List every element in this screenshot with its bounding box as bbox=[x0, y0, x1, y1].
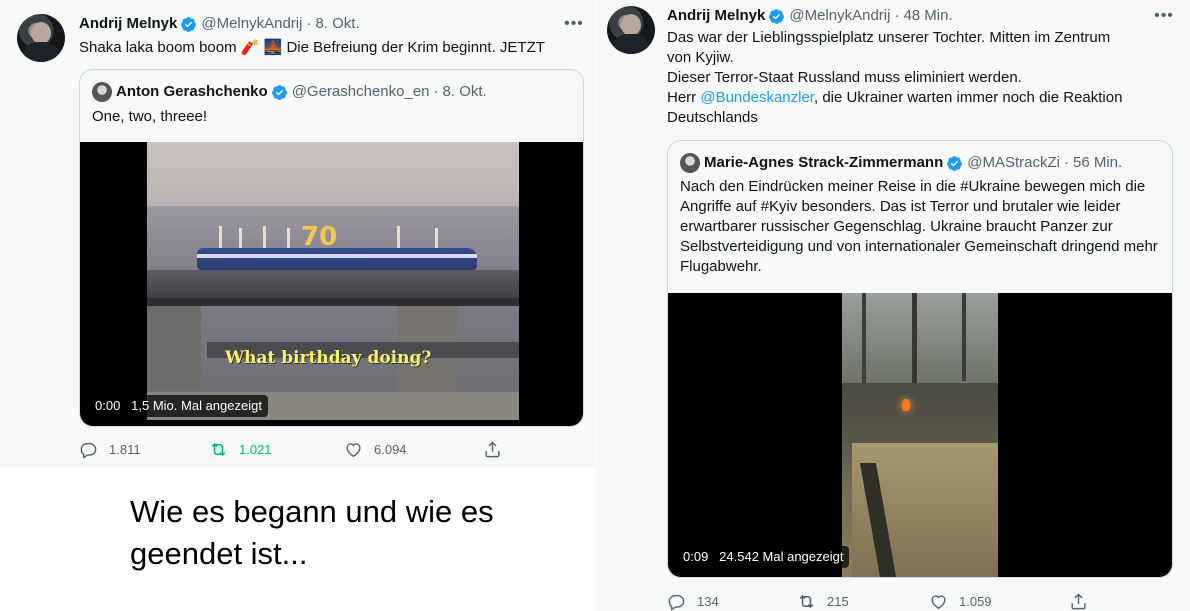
video-timestamp: 0:00 bbox=[95, 398, 121, 413]
video-info-badge: 0:00 1,5 Mio. Mal angezeigt bbox=[89, 395, 268, 417]
like-count: 6.094 bbox=[374, 441, 407, 457]
tweet-action-bar: 134 215 1.059 bbox=[667, 589, 1173, 611]
verified-badge-icon bbox=[181, 16, 197, 32]
author-handle[interactable]: @MelnykAndrij bbox=[789, 6, 890, 26]
right-tweet-screenshot: Andrij Melnyk @MelnykAndrij · 48 Min. ••… bbox=[596, 0, 1190, 611]
author-avatar[interactable] bbox=[607, 6, 655, 54]
video-player[interactable]: 0:09 24.542 Mal angezeigt bbox=[668, 293, 1172, 577]
quoted-tweet[interactable]: Marie-Agnes Strack-Zimmermann @MAStrackZ… bbox=[667, 140, 1173, 578]
quoted-tweet-timestamp[interactable]: 56 Min. bbox=[1073, 153, 1122, 173]
more-options-icon[interactable]: ••• bbox=[1154, 8, 1174, 29]
like-icon bbox=[931, 594, 946, 609]
video-timestamp: 0:09 bbox=[683, 549, 709, 564]
quoted-tweet-text: Nach den Eindrücken meiner Reise in die … bbox=[680, 178, 1158, 275]
like-button[interactable]: 1.059 bbox=[929, 589, 992, 611]
author-name[interactable]: Andrij Melnyk bbox=[667, 6, 765, 26]
emoji-firecracker-bridge: 🧨 🌉 bbox=[240, 39, 283, 56]
retweet-count: 1.021 bbox=[239, 441, 272, 457]
retweet-icon bbox=[211, 442, 226, 456]
like-count: 1.059 bbox=[959, 593, 992, 609]
meme-caption-area: Wie es begann und wie es geendet ist... bbox=[0, 467, 595, 611]
quoted-author-avatar[interactable] bbox=[680, 153, 700, 173]
video-player[interactable]: 70 What birthday doing? 0:00 1,5 Mio. Ma… bbox=[80, 142, 583, 426]
video-frame-destroyed-playground bbox=[842, 293, 998, 577]
reply-button[interactable]: 134 bbox=[667, 589, 719, 611]
tweet-text-line: Dieser Terror-Staat Russland muss elimin… bbox=[667, 69, 1022, 86]
cake-number: 70 bbox=[301, 222, 338, 252]
retweet-button[interactable]: 215 bbox=[797, 589, 849, 611]
share-button[interactable] bbox=[483, 437, 513, 461]
tweet-text: Das war der Lieblingsspielplatz unserer … bbox=[667, 28, 1137, 128]
verified-badge-icon bbox=[947, 155, 963, 171]
video-view-count: 1,5 Mio. Mal angezeigt bbox=[131, 398, 262, 413]
reply-count: 1.811 bbox=[109, 441, 141, 457]
left-tweet-screenshot: Andrij Melnyk @MelnykAndrij · 8. Okt. ••… bbox=[0, 0, 595, 611]
retweet-icon bbox=[799, 594, 814, 608]
reply-button[interactable]: 1.811 bbox=[79, 437, 141, 461]
quoted-tweet-header: Marie-Agnes Strack-Zimmermann @MAStrackZ… bbox=[704, 153, 1122, 173]
tweet-timestamp[interactable]: 48 Min. bbox=[903, 6, 952, 26]
separator-dot: · bbox=[1063, 154, 1069, 171]
like-button[interactable]: 6.094 bbox=[344, 437, 407, 461]
tweet-text-line: Herr @Bundeskanzler, die Ukrainer warten… bbox=[667, 88, 1137, 128]
quoted-author-name[interactable]: Anton Gerashchenko bbox=[116, 82, 268, 102]
reply-icon bbox=[668, 594, 685, 611]
video-frame-bridge-train: 70 What birthday doing? bbox=[147, 142, 519, 420]
tweet-timestamp[interactable]: 8. Okt. bbox=[315, 14, 359, 34]
more-options-icon[interactable]: ••• bbox=[564, 16, 584, 37]
quoted-author-name[interactable]: Marie-Agnes Strack-Zimmermann bbox=[704, 153, 943, 173]
reply-icon bbox=[80, 442, 97, 459]
video-view-count: 24.542 Mal angezeigt bbox=[719, 549, 844, 564]
mention-link[interactable]: @Bundeskanzler bbox=[700, 89, 814, 106]
video-info-badge: 0:09 24.542 Mal angezeigt bbox=[677, 546, 850, 568]
tweet-text-part: Die Befreiung der Krim beginnt. JETZT bbox=[282, 39, 545, 56]
share-button[interactable] bbox=[1069, 589, 1099, 611]
author-handle[interactable]: @MelnykAndrij bbox=[201, 14, 302, 34]
quoted-author-handle[interactable]: @Gerashchenko_en bbox=[292, 82, 430, 102]
tweet-text: Shaka laka boom boom 🧨 🌉 Die Befreiung d… bbox=[79, 38, 579, 58]
share-icon bbox=[1071, 592, 1086, 609]
quoted-tweet-header: Anton Gerashchenko @Gerashchenko_en · 8.… bbox=[116, 82, 487, 102]
tweet-text-part: Herr bbox=[667, 89, 701, 106]
tweet-text-line: Das war der Lieblingsspielplatz unserer … bbox=[667, 29, 1111, 66]
like-icon bbox=[346, 442, 361, 457]
quoted-tweet-text: One, two, threee! bbox=[92, 108, 208, 125]
author-avatar[interactable] bbox=[17, 14, 65, 62]
quoted-tweet-timestamp[interactable]: 8. Okt. bbox=[443, 82, 487, 102]
separator-dot: · bbox=[306, 15, 312, 32]
separator-dot: · bbox=[894, 7, 900, 24]
retweet-count: 215 bbox=[827, 593, 849, 609]
meme-caption-text: Wie es begann und wie es geendet ist... bbox=[130, 494, 494, 571]
separator-dot: · bbox=[433, 83, 439, 100]
video-overlay-caption: What birthday doing? bbox=[225, 348, 432, 368]
tweet-action-bar: 1.811 1.021 6.094 bbox=[79, 437, 584, 461]
verified-badge-icon bbox=[769, 8, 785, 24]
tweet-header: Andrij Melnyk @MelnykAndrij · 48 Min. bbox=[667, 6, 953, 26]
quoted-author-avatar[interactable] bbox=[92, 82, 112, 102]
quoted-tweet[interactable]: Anton Gerashchenko @Gerashchenko_en · 8.… bbox=[79, 69, 584, 427]
tweet-text-part: Shaka laka boom boom bbox=[79, 39, 241, 56]
author-name[interactable]: Andrij Melnyk bbox=[79, 14, 177, 34]
retweet-button[interactable]: 1.021 bbox=[209, 437, 272, 461]
quoted-author-handle[interactable]: @MAStrackZi bbox=[967, 153, 1060, 173]
tweet-header: Andrij Melnyk @MelnykAndrij · 8. Okt. bbox=[79, 14, 360, 34]
share-icon bbox=[485, 440, 500, 457]
reply-count: 134 bbox=[697, 593, 719, 609]
verified-badge-icon bbox=[271, 84, 287, 100]
